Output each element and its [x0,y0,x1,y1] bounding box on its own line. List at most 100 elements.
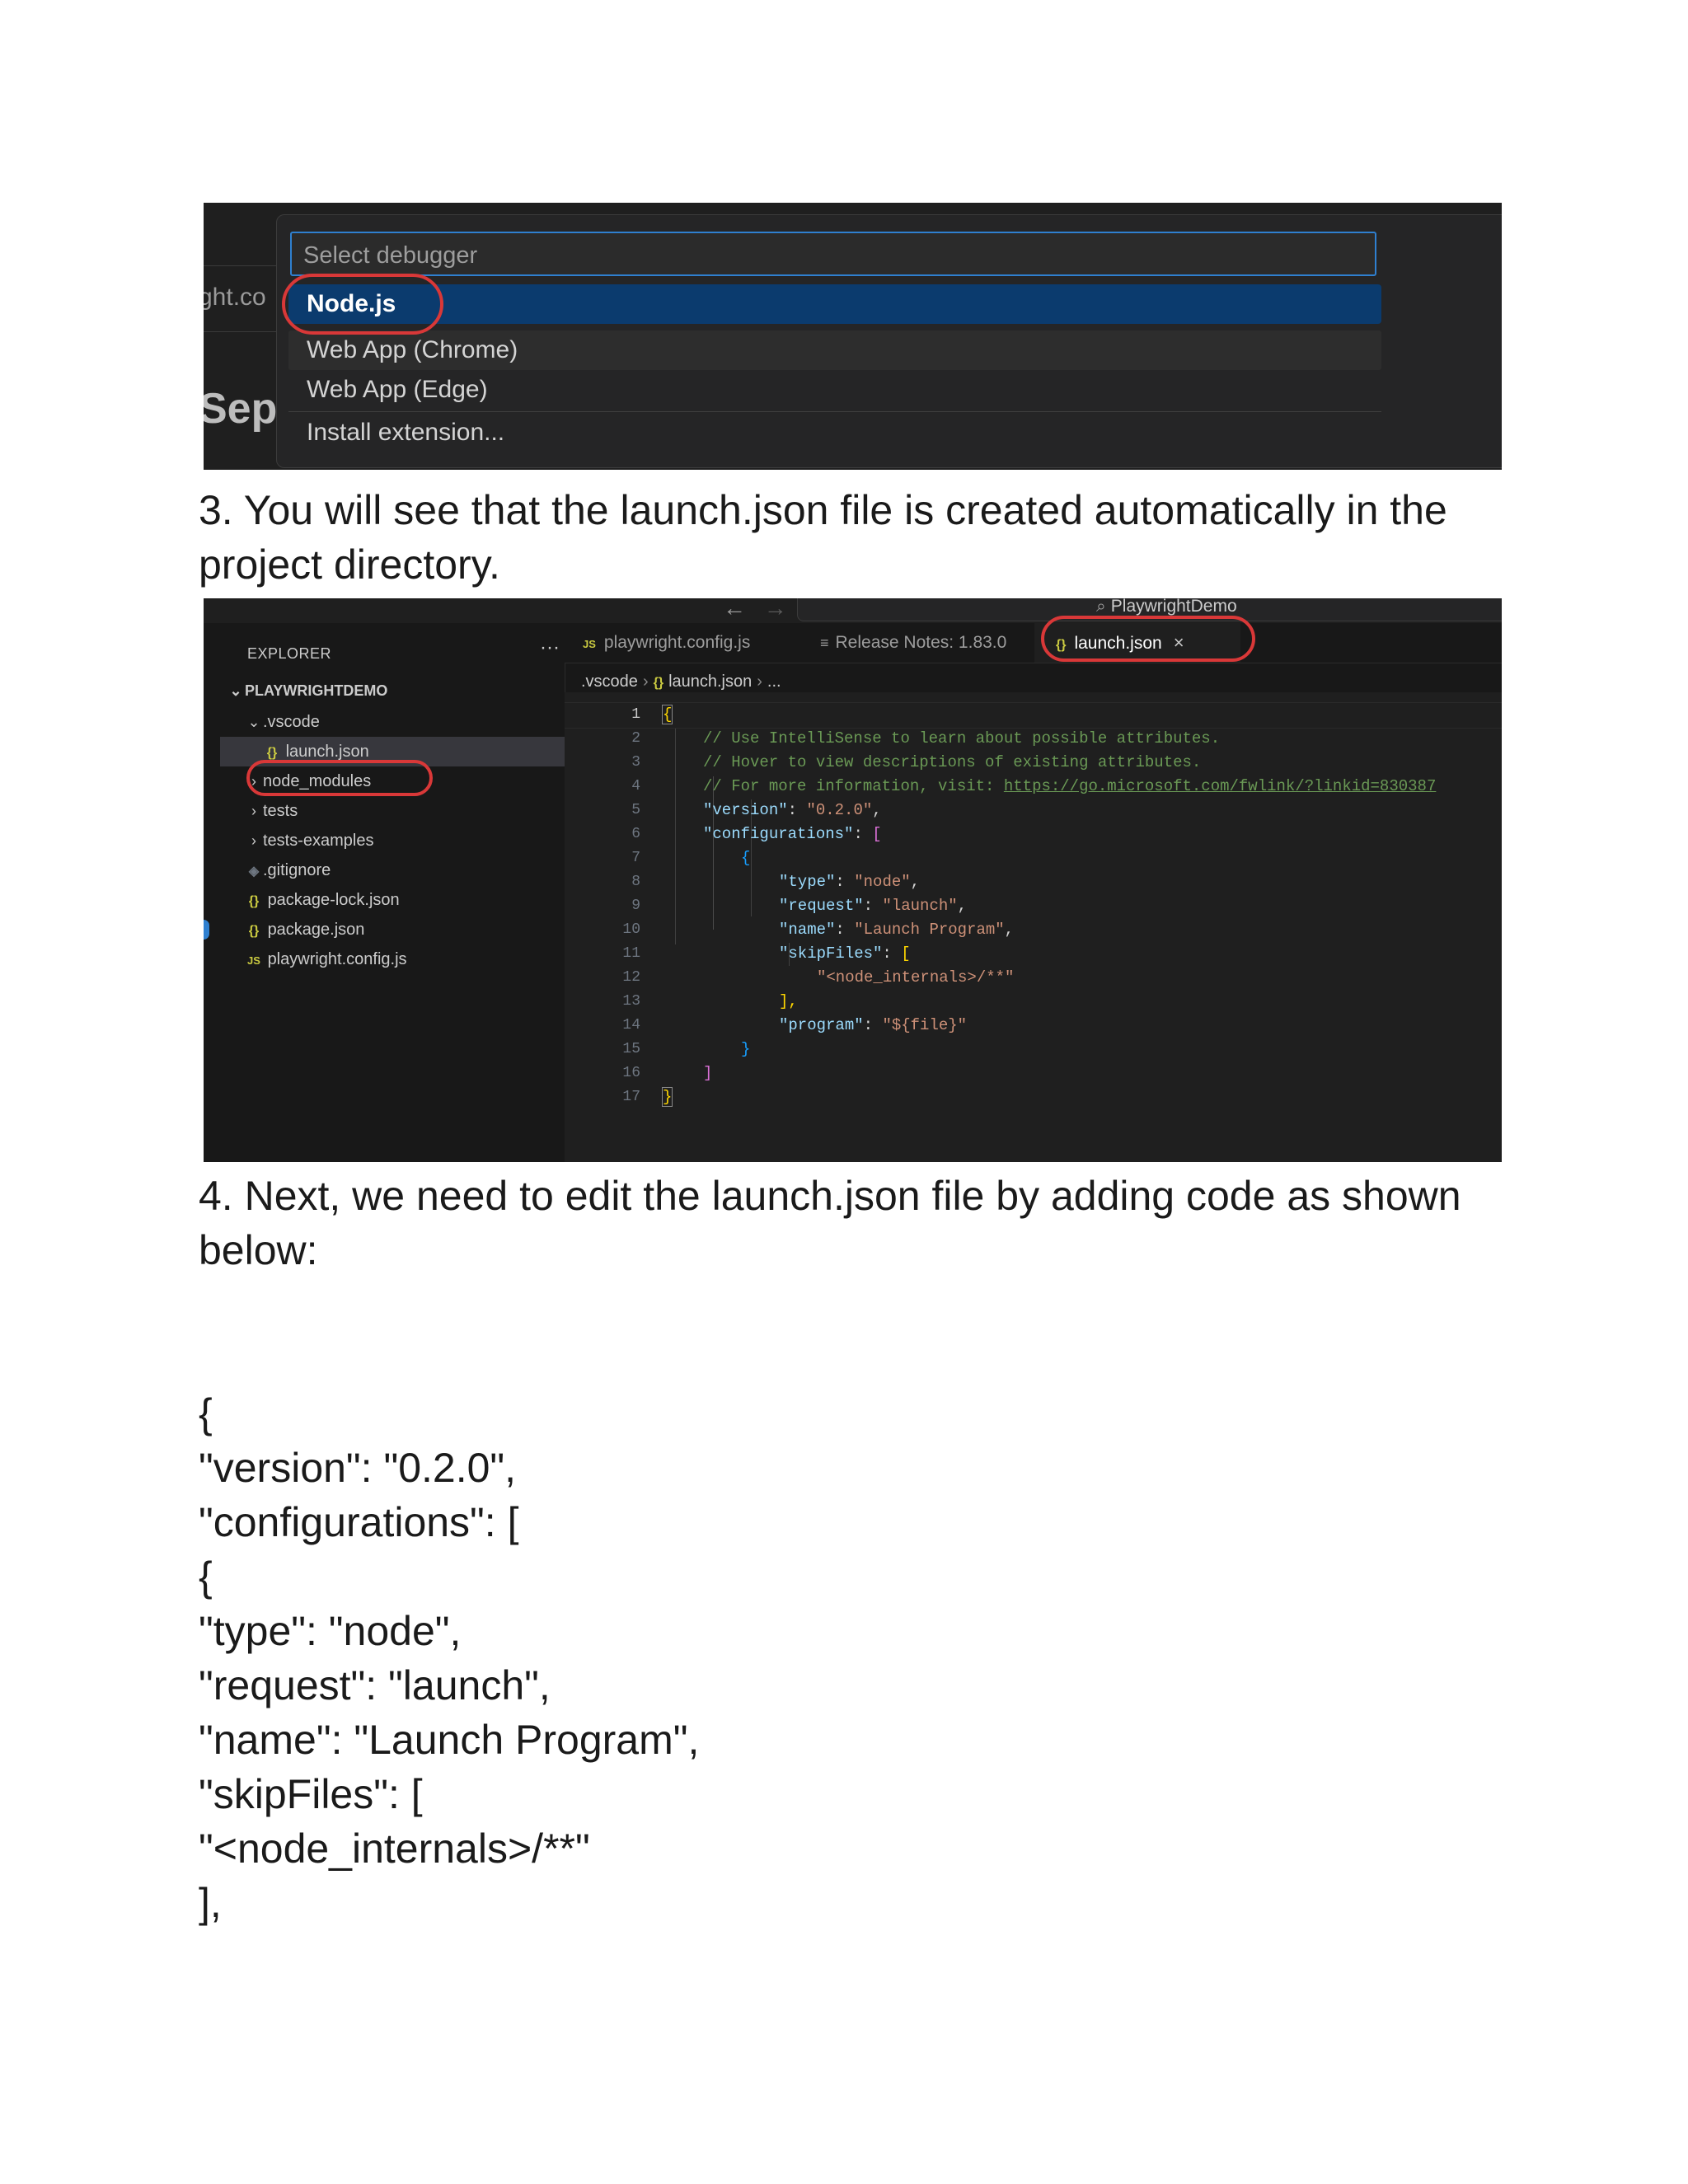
tree-file-package-lock-json[interactable]: {} package-lock.json [220,885,589,915]
line-number: 12 [622,969,640,986]
code-token: ], [779,992,798,1010]
code-line-2: // Use IntelliSense to learn about possi… [703,727,1220,751]
line-number: 4 [631,778,640,794]
chevron-right-icon: › [757,673,762,691]
code-string: "<node_internals>/**" [817,968,1015,987]
code-key: "configurations" [703,825,854,843]
tree-item-label: tests-examples [263,832,374,850]
code-string: "Launch Program" [854,921,1005,939]
tree-file-playwright-config-js[interactable]: JS playwright.config.js [220,944,589,974]
highlight-circle-nodejs [282,274,443,335]
more-actions-icon[interactable]: ··· [540,636,560,659]
chevron-right-icon: › [251,803,256,819]
indent-guide [675,729,676,944]
line-number: 5 [631,802,640,818]
debugger-option-web-app-edge[interactable]: Web App (Edge) [288,370,1381,410]
highlight-circle-launch-json-tab [1041,616,1255,662]
line-number: 7 [631,850,640,866]
project-folder-header[interactable]: ⌄ PLAYWRIGHTDEMO [227,682,387,700]
code-key: "request" [779,897,864,915]
editor-tab-bar: JS playwright.config.js ≡ Release Notes: 1… [565,623,1502,663]
tree-item-label: launch.json [285,743,369,761]
line-number: 14 [622,1017,640,1033]
workspace-name: PlaywrightDemo [1110,598,1237,616]
background-heading-fragment: Sep [204,385,278,433]
code-editor[interactable]: 1 2 3 4 5 6 7 8 9 10 11 12 13 14 15 16 1… [565,692,1502,1162]
code-listing-line-6: "request": "launch", [199,1662,551,1708]
line-number: 11 [622,945,640,962]
breadcrumb-folder[interactable]: .vscode [581,673,638,691]
chevron-right-icon: › [251,832,256,849]
step-4-paragraph: 4. Next, we need to edit the launch.json… [199,1169,1517,1277]
highlight-circle-launch-json-file [246,760,433,796]
step-4-line-2: below: [199,1227,318,1273]
arrow-right-icon[interactable]: → [764,598,787,621]
json-file-icon: {} [653,676,664,690]
code-token: [ [901,944,911,963]
code-listing-line-4: { [199,1554,213,1600]
debugger-option-nodejs[interactable]: Node.js [288,284,1381,324]
code-key: "skipFiles" [779,944,883,963]
code-string: "0.2.0" [806,801,873,819]
line-number: 13 [622,993,640,1010]
code-token: } [741,1040,751,1058]
line-number: 17 [622,1089,640,1105]
arrow-left-icon[interactable]: ← [723,598,746,621]
code-line-11: "skipFiles": [ [779,944,911,963]
tree-folder-tests-examples[interactable]: › tests-examples [220,826,589,855]
document-lines-icon: ≡ [820,635,829,651]
code-token: { [741,849,751,867]
code-line-14: "program": "${file}" [779,1016,968,1034]
code-comment: // Use IntelliSense to learn about possi… [703,729,1221,748]
install-extension-option[interactable]: Install extension... [288,413,1381,452]
line-number: 8 [631,874,640,890]
code-key: "program" [779,1016,864,1034]
step-3-line-2: project directory. [199,541,500,588]
activity-indicator [204,920,209,940]
tree-folder-tests[interactable]: › tests [220,796,589,826]
select-debugger-input[interactable]: Select debugger [290,232,1376,276]
tree-file-package-json[interactable]: {} package.json [220,915,589,944]
code-line-17: } [662,1085,673,1109]
code-string: "node" [854,873,911,891]
js-file-icon: JS [583,638,596,650]
code-line-16: ] [703,1062,712,1085]
search-icon: ⌕ [1096,598,1106,616]
picker-separator [288,411,1381,412]
breadcrumb-more[interactable]: ... [767,673,781,691]
command-center-label[interactable]: ⌕ PlaywrightDemo [1096,598,1237,616]
debugger-option-web-app-chrome[interactable]: Web App (Chrome) [288,330,1381,370]
line-number: 9 [631,898,640,914]
code-line-5: "version": "0.2.0", [703,801,882,819]
code-link[interactable]: https://go.microsoft.com/fwlink/?linkid=… [1004,777,1437,795]
current-line-highlight [565,702,1502,729]
code-key: "version" [703,801,788,819]
tree-folder-vscode[interactable]: ⌄ .vscode [220,707,589,737]
code-token: ] [703,1064,713,1082]
code-listing-line-8: "skipFiles": [ [199,1771,423,1817]
code-listing-line-2: "version": "0.2.0", [199,1445,517,1491]
code-listing-line-5: "type": "node", [199,1608,462,1654]
tab-release-notes[interactable]: ≡ Release Notes: 1.83.0 [820,623,1006,663]
chevron-right-icon: › [642,673,649,691]
tree-item-label: .vscode [263,713,320,731]
tree-file-gitignore[interactable]: ◈ .gitignore [220,855,589,885]
js-file-icon: JS [247,954,260,967]
code-line-15: } [741,1038,750,1062]
tree-item-label: .gitignore [263,861,331,879]
breadcrumb-file[interactable]: launch.json [668,673,752,691]
code-listing-line-7: "name": "Launch Program", [199,1717,700,1763]
tab-playwright-config-js[interactable]: JS playwright.config.js [583,623,750,663]
line-number: 6 [631,826,640,842]
code-token: [ [872,825,882,843]
tab-label: Release Notes: 1.83.0 [835,633,1007,652]
code-listing-line-10: ], [199,1880,222,1926]
code-line-9: "request": "launch", [779,897,968,915]
line-number: 10 [622,921,640,938]
code-listing-line-9: "<node_internals>/**" [199,1825,590,1872]
code-line-6: "configurations": [ [703,825,882,843]
json-file-icon: {} [248,924,260,938]
code-line-3: // Hover to view descriptions of existin… [703,751,1201,775]
code-string: "launch" [882,897,958,915]
activity-bar [204,623,220,1162]
